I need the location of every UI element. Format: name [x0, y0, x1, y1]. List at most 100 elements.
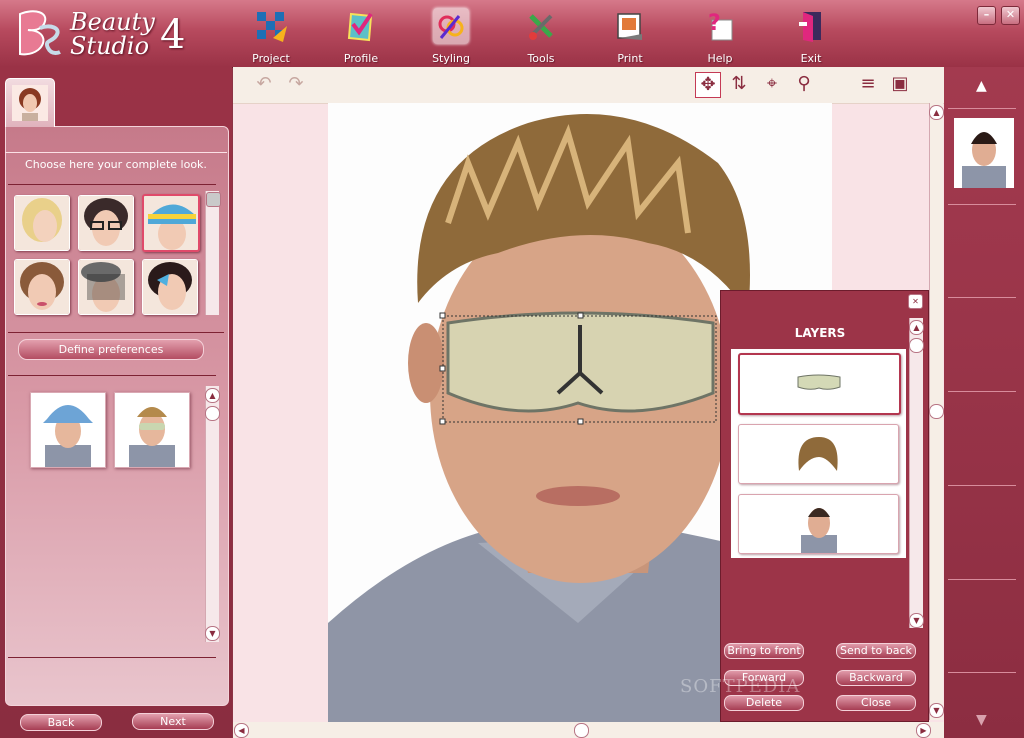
chevron-up-icon[interactable]: ▲ [976, 78, 987, 94]
divider [8, 375, 216, 376]
app-logo: Beauty Studio 4 [14, 6, 204, 62]
glasses-face-icon [79, 196, 133, 250]
toolbar-label: Exit [800, 52, 822, 65]
backward-button[interactable]: Backward [836, 670, 916, 686]
layer-item-face[interactable] [738, 494, 899, 554]
category-hats[interactable] [142, 194, 200, 252]
scroll-down-button[interactable]: ▼ [205, 626, 220, 641]
scroll-down-button[interactable]: ▼ [929, 703, 944, 718]
bring-to-front-button[interactable]: Bring to front [724, 643, 804, 659]
divider [948, 297, 1016, 298]
toolbar-tools-button[interactable]: Tools [513, 4, 569, 65]
divider [948, 204, 1016, 205]
help-icon: ? [708, 11, 733, 41]
face-icon [801, 508, 837, 553]
canvas-vertical-scrollbar[interactable]: ▲ ▼ [929, 103, 944, 720]
scroll-thumb[interactable] [574, 723, 589, 738]
scroll-thumb[interactable] [206, 192, 221, 207]
svg-text:?: ? [708, 11, 721, 36]
define-preferences-button[interactable]: Define preferences [18, 339, 204, 360]
person-glasses-icon [115, 393, 189, 467]
chevron-down-icon[interactable]: ▼ [976, 712, 987, 728]
cap-icon [144, 196, 198, 250]
history-thumbnail[interactable] [954, 118, 1014, 188]
toolbar-styling-button[interactable]: Styling [423, 4, 479, 65]
toolbar-label: Styling [432, 52, 470, 65]
exit-icon [799, 12, 821, 42]
divider [948, 391, 1016, 392]
category-hairstyles[interactable] [14, 195, 70, 251]
watermark: SOFTPEDIA [680, 676, 801, 697]
makeup-face-icon [15, 260, 69, 314]
looks-scrollbar[interactable]: ▲ ▼ [205, 386, 220, 642]
canvas-horizontal-scrollbar[interactable]: ◀ ▶ [233, 722, 944, 738]
camera-icon[interactable]: ▣ [888, 72, 912, 96]
layer-item-glasses[interactable] [738, 353, 901, 415]
back-button[interactable]: Back [20, 714, 102, 731]
layer-item-hair[interactable] [738, 424, 899, 484]
project-icon [257, 12, 287, 42]
toolbar-label: Profile [343, 52, 379, 65]
next-button[interactable]: Next [132, 713, 214, 730]
divider [948, 108, 1016, 109]
delete-button[interactable]: Delete [724, 695, 804, 711]
toolbar-exit-button[interactable]: Exit [783, 4, 839, 65]
bs-logo-icon [19, 10, 61, 56]
minimize-button[interactable]: – [977, 6, 996, 25]
scroll-up-button[interactable]: ▲ [909, 320, 924, 335]
blonde-hair-icon [15, 196, 69, 250]
category-glasses[interactable] [78, 195, 134, 251]
divider [8, 184, 216, 185]
toolbar-label: Help [707, 52, 733, 65]
divider [8, 332, 224, 333]
scroll-thumb[interactable] [205, 406, 220, 421]
category-colors[interactable] [142, 259, 198, 315]
toolbar-help-button[interactable]: ? Help [692, 4, 748, 65]
move-icon[interactable]: ✥ [695, 72, 721, 98]
scroll-thumb[interactable] [929, 404, 944, 419]
profile-tab[interactable] [5, 78, 55, 127]
category-accessories[interactable] [78, 259, 134, 315]
scroll-left-button[interactable]: ◀ [234, 723, 249, 738]
divider [8, 657, 216, 658]
divider [5, 152, 227, 153]
scroll-up-button[interactable]: ▲ [929, 105, 944, 120]
divider [948, 672, 1016, 673]
layers-title: LAYERS [794, 326, 846, 340]
glasses-icon [797, 374, 841, 390]
saved-look-hat[interactable] [30, 392, 106, 468]
canvas-toolbar [233, 67, 944, 104]
saved-look-glasses[interactable] [114, 392, 190, 468]
dark-hair-icon [143, 260, 197, 314]
toolbar-print-button[interactable]: Print [602, 4, 658, 65]
redo-icon[interactable]: ↷ [284, 72, 308, 96]
scroll-right-button[interactable]: ▶ [916, 723, 931, 738]
toolbar-profile-button[interactable]: Profile [333, 4, 389, 65]
person-hat-icon [31, 393, 105, 467]
styling-icon [433, 8, 469, 44]
scroll-thumb[interactable] [909, 338, 924, 353]
logo-version: 4 [160, 12, 186, 58]
profile-avatar [12, 85, 48, 121]
layers-close-icon[interactable]: ✕ [908, 294, 923, 309]
window-close-button[interactable]: ✕ [1001, 6, 1020, 25]
undo-icon[interactable]: ↶ [252, 72, 276, 96]
logo-line2: Studio [70, 32, 150, 60]
close-button[interactable]: Close [836, 695, 916, 711]
person-icon [962, 132, 1006, 188]
toolbar-project-button[interactable]: Project [243, 4, 299, 65]
veil-hat-icon [79, 260, 133, 314]
zoom-icon[interactable]: ⚲ [792, 72, 816, 96]
toolbar-label: Project [252, 52, 290, 65]
layers-scrollbar[interactable]: ▲ ▼ [909, 318, 924, 628]
print-icon [617, 13, 642, 40]
swap-icon[interactable]: ⇅ [727, 72, 751, 96]
menu-icon[interactable]: ≡ [856, 72, 880, 96]
scroll-up-button[interactable]: ▲ [205, 388, 220, 403]
choose-look-heading: Choose here your complete look. [25, 158, 207, 171]
category-scrollbar[interactable] [205, 191, 221, 315]
category-makeup[interactable] [14, 259, 70, 315]
scroll-down-button[interactable]: ▼ [909, 613, 924, 628]
crosshair-icon[interactable]: ⌖ [760, 72, 784, 96]
send-to-back-button[interactable]: Send to back [836, 643, 916, 659]
